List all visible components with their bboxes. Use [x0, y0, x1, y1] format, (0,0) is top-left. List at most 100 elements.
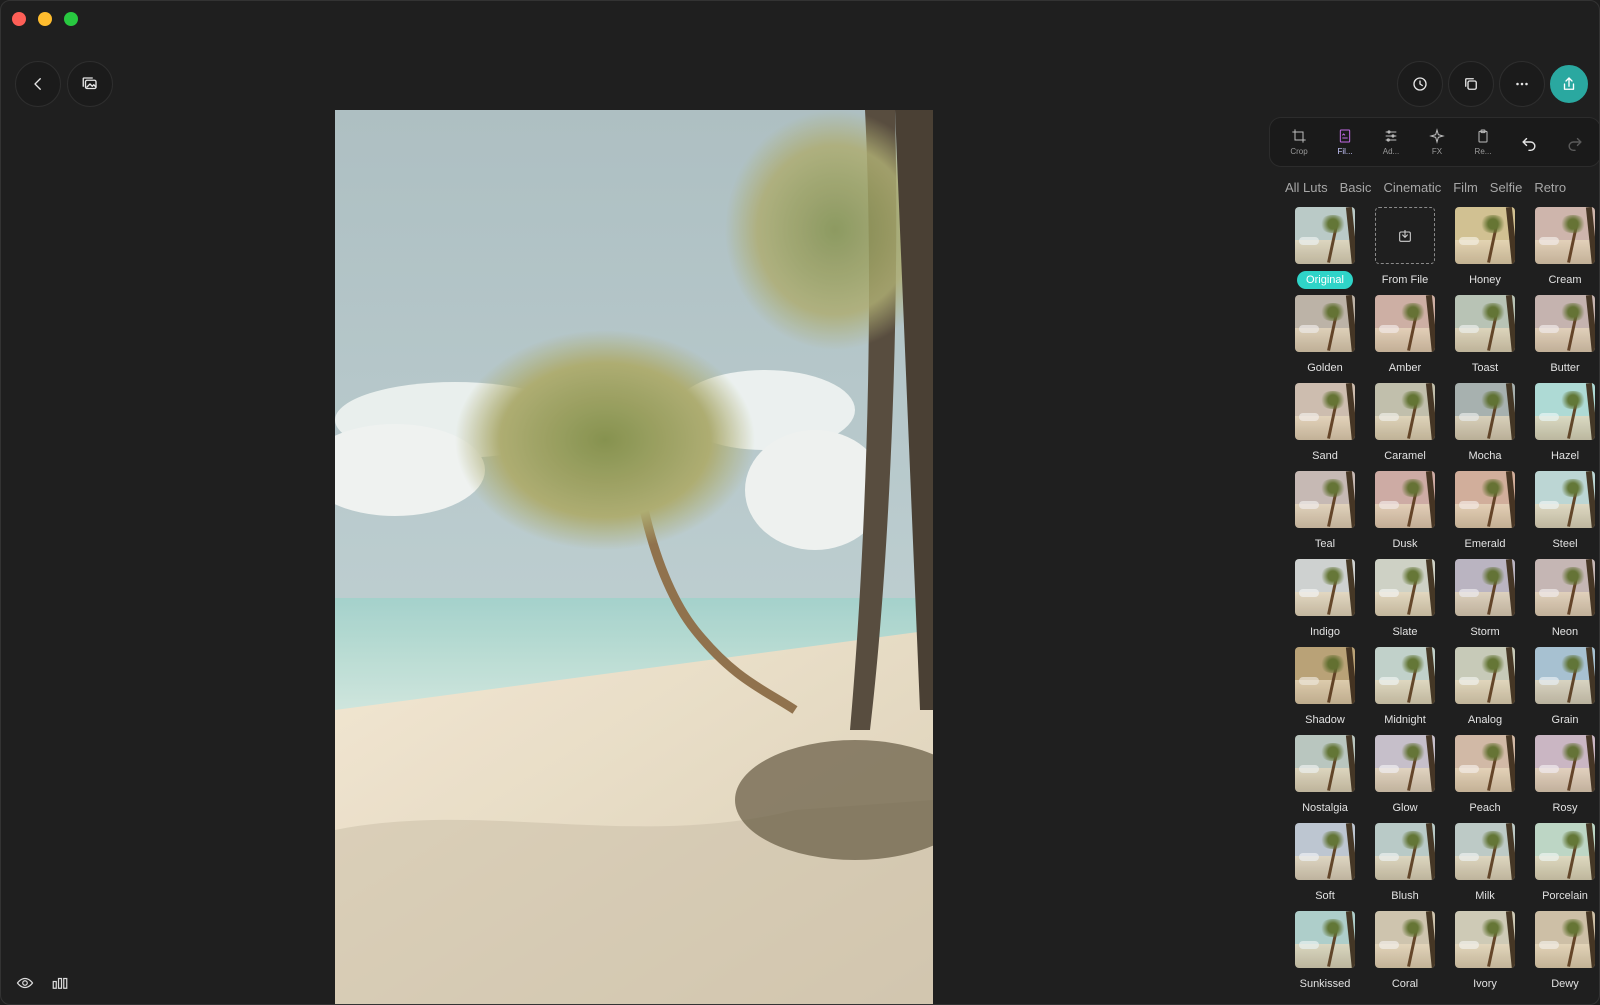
filter-tile[interactable]: Milk [1445, 823, 1525, 905]
filter-tile[interactable]: Storm [1445, 559, 1525, 641]
filter-tile[interactable]: Slate [1365, 559, 1445, 641]
filter-name: Original [1297, 271, 1353, 289]
tool-label: Ad... [1382, 147, 1400, 156]
filter-tile[interactable]: Emerald [1445, 471, 1525, 553]
edit-panel: Crop Fil... Ad... FX Re... All Luts Basi… [1269, 117, 1599, 1004]
filter-tile[interactable]: Dusk [1365, 471, 1445, 553]
back-button[interactable] [15, 61, 61, 107]
crop-icon [1292, 129, 1306, 143]
clipboard-icon [1478, 129, 1488, 143]
filter-name: Milk [1475, 890, 1495, 902]
filter-tile[interactable]: Coral [1365, 911, 1445, 993]
filter-thumbnail [1455, 823, 1515, 880]
filter-thumbnail [1455, 471, 1515, 528]
filter-name: Neon [1551, 626, 1579, 638]
filter-tile[interactable]: Sand [1285, 383, 1365, 465]
filter-name: Grain [1551, 714, 1579, 726]
filter-name: Toast [1471, 362, 1499, 374]
filter-tile[interactable]: Sunkissed [1285, 911, 1365, 993]
filter-tile[interactable]: Toast [1445, 295, 1525, 377]
history-button[interactable] [1397, 61, 1443, 107]
category-tab[interactable]: Selfie [1490, 180, 1523, 195]
tool-retouch[interactable]: Re... [1460, 120, 1506, 164]
filter-thumbnail [1375, 383, 1435, 440]
duplicate-button[interactable] [1448, 61, 1494, 107]
filter-name: Ivory [1473, 978, 1497, 990]
filter-thumbnail [1295, 471, 1355, 528]
redo-icon [1568, 137, 1582, 152]
filter-tile[interactable]: Butter [1525, 295, 1599, 377]
filter-tile[interactable]: Teal [1285, 471, 1365, 553]
filter-tile[interactable]: Neon [1525, 559, 1599, 641]
filter-tile[interactable]: Hazel [1525, 383, 1599, 465]
beach-photo [335, 110, 933, 1004]
filter-tile[interactable]: Original [1285, 207, 1365, 289]
tool-label: FX [1431, 147, 1443, 156]
preview-toggle[interactable] [12, 970, 38, 996]
gallery-icon [82, 77, 97, 90]
filter-tile[interactable]: Caramel [1365, 383, 1445, 465]
filter-tile[interactable]: Golden [1285, 295, 1365, 377]
filter-tile[interactable]: Steel [1525, 471, 1599, 553]
tool-fx[interactable]: FX [1414, 120, 1460, 164]
import-icon [1399, 229, 1411, 242]
filter-tile[interactable]: Honey [1445, 207, 1525, 289]
filter-name: Soft [1315, 890, 1335, 902]
redo-button[interactable] [1552, 120, 1598, 164]
filter-name: From File [1381, 274, 1429, 286]
filter-thumbnail [1295, 647, 1355, 704]
filter-tile[interactable]: Porcelain [1525, 823, 1599, 905]
filter-name: Sand [1312, 450, 1338, 462]
filter-name: Blush [1391, 890, 1419, 902]
category-tab[interactable]: All Luts [1285, 180, 1328, 195]
filter-tile[interactable]: Amber [1365, 295, 1445, 377]
filter-tile[interactable]: From File [1365, 207, 1445, 289]
filter-tile[interactable]: Analog [1445, 647, 1525, 729]
copy-icon [1465, 78, 1477, 90]
gallery-button[interactable] [67, 61, 113, 107]
filter-tile[interactable]: Shadow [1285, 647, 1365, 729]
more-button[interactable] [1499, 61, 1545, 107]
filter-thumbnail [1455, 911, 1515, 968]
tool-adjust[interactable]: Ad... [1368, 120, 1414, 164]
filter-thumbnail [1375, 559, 1435, 616]
tool-crop[interactable]: Crop [1276, 120, 1322, 164]
filter-tile[interactable]: Grain [1525, 647, 1599, 729]
filter-thumbnail [1535, 207, 1595, 264]
filter-thumbnail [1535, 735, 1595, 792]
tool-filters[interactable]: Fil... [1322, 120, 1368, 164]
filter-thumbnail [1535, 471, 1595, 528]
category-tab[interactable]: Film [1453, 180, 1478, 195]
filter-name: Coral [1391, 978, 1419, 990]
filter-tile[interactable]: Cream [1525, 207, 1599, 289]
filter-tile[interactable]: Nostalgia [1285, 735, 1365, 817]
filter-thumbnail [1375, 823, 1435, 880]
undo-button[interactable] [1506, 120, 1552, 164]
filter-tile[interactable]: Soft [1285, 823, 1365, 905]
maximize-window-button[interactable] [64, 12, 78, 26]
filter-name: Slate [1392, 626, 1418, 638]
window-controls [12, 12, 78, 26]
filter-thumbnail [1535, 647, 1595, 704]
filter-tile[interactable]: Mocha [1445, 383, 1525, 465]
category-tab[interactable]: Basic [1340, 180, 1372, 195]
filter-tile[interactable]: Midnight [1365, 647, 1445, 729]
filter-tile[interactable]: Dewy [1525, 911, 1599, 993]
filter-tile[interactable]: Rosy [1525, 735, 1599, 817]
minimize-window-button[interactable] [38, 12, 52, 26]
filter-thumbnail [1455, 647, 1515, 704]
close-window-button[interactable] [12, 12, 26, 26]
filter-thumbnail [1375, 295, 1435, 352]
filter-tile[interactable]: Blush [1365, 823, 1445, 905]
share-button[interactable] [1550, 65, 1588, 103]
filter-tile[interactable]: Ivory [1445, 911, 1525, 993]
filter-name: Rosy [1552, 802, 1578, 814]
filter-tile[interactable]: Peach [1445, 735, 1525, 817]
category-tab[interactable]: Retro [1534, 180, 1566, 195]
histogram-toggle[interactable] [47, 970, 73, 996]
filter-tile[interactable]: Glow [1365, 735, 1445, 817]
filter-tile[interactable]: Indigo [1285, 559, 1365, 641]
photo-canvas[interactable] [335, 110, 933, 1004]
filter-name: Steel [1552, 538, 1578, 550]
category-tab[interactable]: Cinematic [1383, 180, 1441, 195]
